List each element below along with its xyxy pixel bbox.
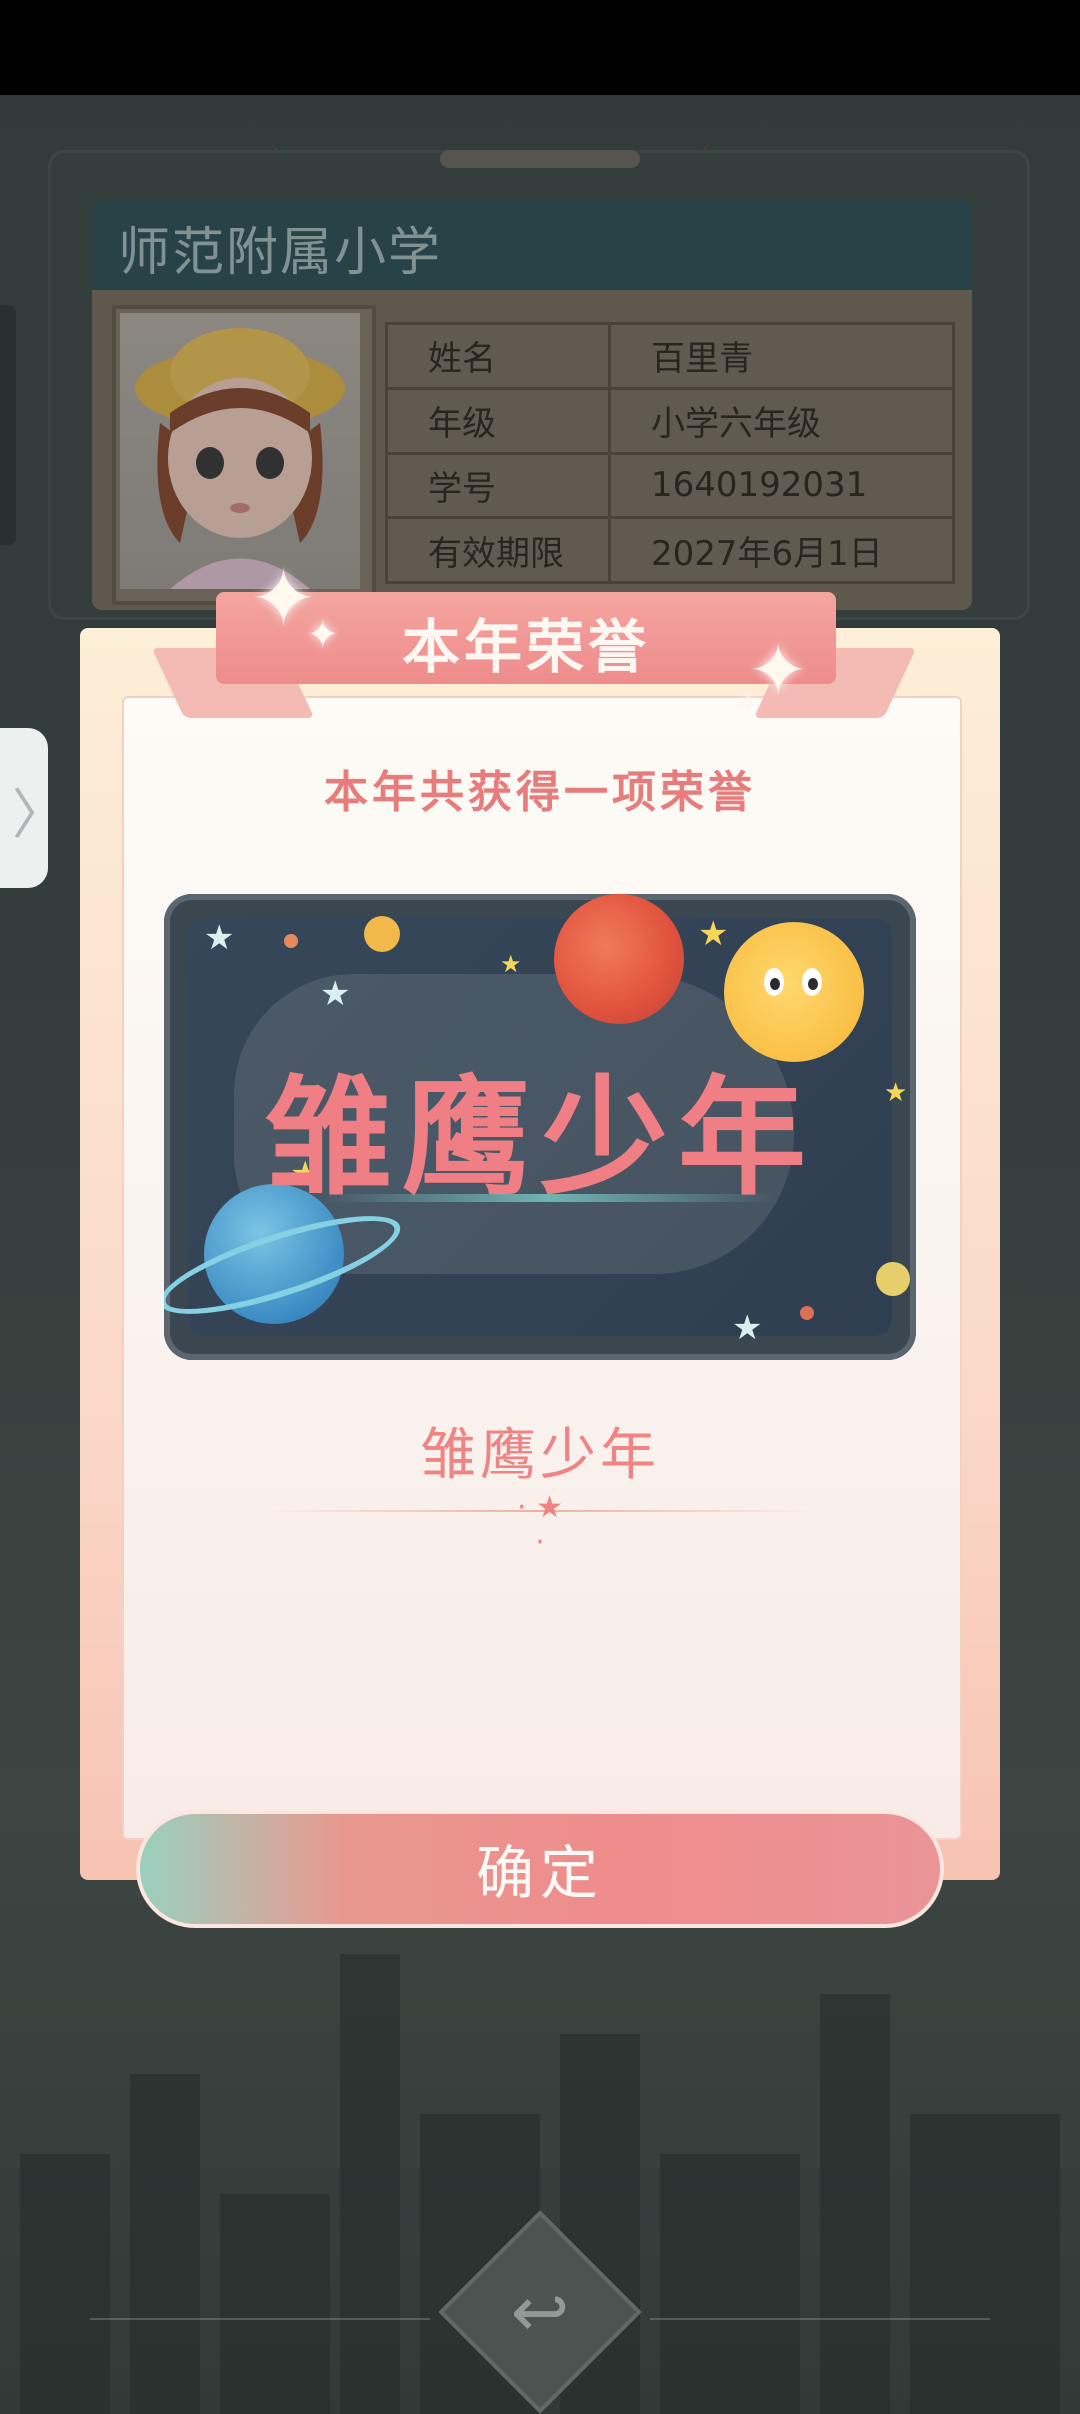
orb-dot <box>876 1262 910 1296</box>
return-arrow-icon[interactable]: ↩ <box>490 2262 590 2362</box>
sparkle-icon: ✦ <box>736 688 762 723</box>
star-icon: · ★ · <box>517 1490 563 1560</box>
sparkle-icon: ✦ <box>306 612 340 658</box>
orb-dot <box>800 1306 814 1320</box>
honor-count-text: 本年共获得一项荣誉 <box>324 767 756 818</box>
bottom-divider-right <box>650 2318 990 2320</box>
badge-underline <box>324 1194 774 1202</box>
orb-dot <box>284 934 298 948</box>
badge-name: 雏鹰少年 <box>420 1423 660 1488</box>
chevron-right-icon[interactable]: 〉 <box>12 770 66 849</box>
star-icon: ★ <box>320 974 351 1014</box>
status-bar <box>0 0 1080 95</box>
orb-dot <box>364 916 400 952</box>
red-planet-icon <box>554 894 684 1024</box>
star-icon: ★ <box>698 914 729 954</box>
badge-card-title: 雏鹰少年 <box>263 1064 816 1213</box>
star-icon: ★ <box>500 950 522 978</box>
star-icon: ★ <box>204 918 235 958</box>
bottom-divider-left <box>90 2318 430 2320</box>
confirm-button[interactable]: 确定 <box>136 1810 944 1928</box>
star-icon: ★ <box>732 1308 763 1348</box>
honor-badge-card: ★ ★ ★ ★ ★ ★ ★ 雏鹰少年 <box>164 894 916 1360</box>
